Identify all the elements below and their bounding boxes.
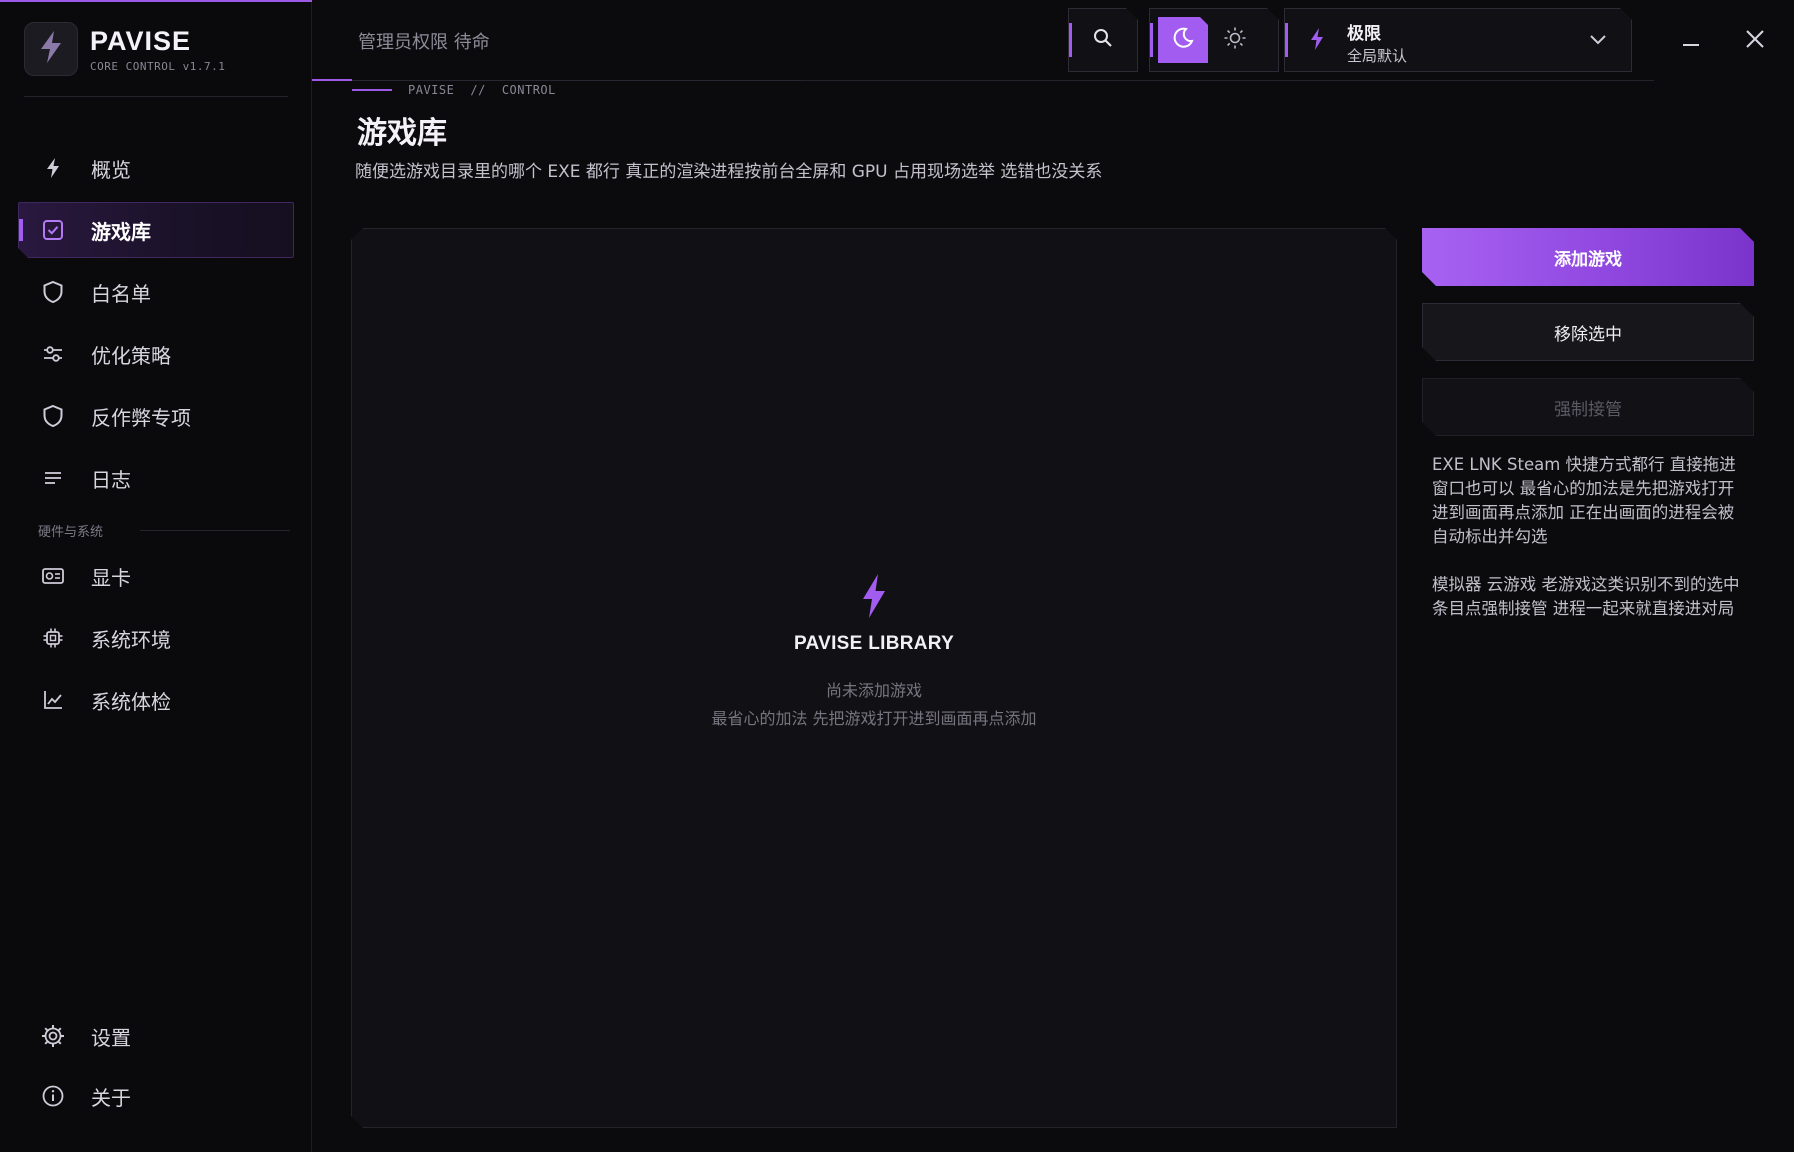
- sidebar-item-label: 日志: [91, 467, 131, 492]
- force-takeover-button[interactable]: 强制接管: [1422, 378, 1754, 436]
- sidebar-item-label: 关于: [91, 1085, 131, 1110]
- minimize-icon: [1682, 32, 1700, 51]
- status-text: 管理员权限 待命: [358, 32, 490, 53]
- light-theme-button[interactable]: [1210, 17, 1260, 63]
- empty-state-hint: 最省心的加法 先把游戏打开进到画面再点添加: [711, 709, 1037, 728]
- profile-title: 极限: [1347, 24, 1381, 44]
- breadcrumb-current: CONTROL: [501, 83, 556, 97]
- section-divider: [140, 530, 290, 531]
- sidebar-item-label: 概览: [91, 157, 131, 182]
- shield-icon: [41, 404, 65, 428]
- empty-state-title: PAVISE LIBRARY: [793, 633, 955, 654]
- bolt-icon: [41, 156, 65, 180]
- sidebar-bottom-nav: 设置 关于: [18, 1008, 294, 1128]
- bolt-icon: [38, 30, 64, 68]
- help-paragraph: EXE LNK Steam 快捷方式都行 直接拖进窗口也可以 最省心的加法是先把…: [1432, 455, 1736, 546]
- profile-subtitle: 全局默认: [1347, 47, 1408, 65]
- sidebar-item-about[interactable]: 关于: [18, 1068, 294, 1124]
- brand-logo: [24, 22, 78, 76]
- empty-state: PAVISE LIBRARY 尚未添加游戏 最省心的加法 先把游戏打开进到画面再…: [352, 573, 1396, 729]
- sidebar-item-system-env[interactable]: 系统环境: [18, 610, 294, 666]
- dark-theme-button[interactable]: [1158, 17, 1208, 63]
- empty-state-message: 尚未添加游戏: [825, 681, 922, 700]
- help-paragraph: 模拟器 云游戏 老游戏这类识别不到的选中条目点强制接管 进程一起来就直接进对局: [1432, 575, 1740, 618]
- brand: PAVISE CORE CONTROL v1.7.1: [24, 22, 225, 76]
- brand-divider: [24, 96, 288, 97]
- breadcrumb-accent: [352, 89, 392, 91]
- chevron-down-icon: [1589, 31, 1607, 50]
- close-icon: [1745, 29, 1765, 53]
- chip-icon: [41, 626, 65, 650]
- add-game-button[interactable]: 添加游戏: [1422, 228, 1754, 286]
- sidebar-item-label: 系统体检: [91, 689, 171, 714]
- sidebar-item-label: 优化策略: [91, 343, 171, 368]
- brand-version: CORE CONTROL v1.7.1: [90, 59, 226, 73]
- sidebar: PAVISE CORE CONTROL v1.7.1 概览 游戏库 白名单 优化…: [0, 0, 312, 1152]
- search-icon: [1092, 27, 1114, 53]
- sidebar-item-label: 设置: [91, 1025, 131, 1050]
- bolt-icon: [1309, 27, 1325, 55]
- sidebar-nav: 概览 游戏库 白名单 优化策略 反作弊专项 日志 硬件与系统 显卡 系统环境 系…: [18, 140, 294, 734]
- sidebar-item-whitelist[interactable]: 白名单: [18, 264, 294, 320]
- sidebar-accent-line: [0, 0, 312, 2]
- brand-name: PAVISE: [90, 25, 192, 56]
- gear-icon: [41, 1024, 65, 1048]
- sidebar-item-game-library[interactable]: 游戏库: [18, 202, 294, 258]
- moon-icon: [1171, 26, 1195, 54]
- topbar-accent: [312, 79, 352, 81]
- topbar: 管理员权限 待命 极限 全局默认: [312, 0, 1794, 82]
- sidebar-item-label: 反作弊专项: [91, 405, 191, 430]
- breadcrumb: PAVISE // CONTROL: [352, 80, 556, 100]
- theme-toggle: [1149, 8, 1279, 72]
- close-button[interactable]: [1740, 26, 1770, 56]
- sidebar-item-overview[interactable]: 概览: [18, 140, 294, 196]
- breadcrumb-separator: //: [470, 83, 486, 97]
- sidebar-item-logs[interactable]: 日志: [18, 450, 294, 506]
- bolt-icon: [352, 573, 1396, 619]
- sidebar-item-gpu[interactable]: 显卡: [18, 548, 294, 604]
- page-title: 游戏库: [357, 116, 447, 151]
- sidebar-item-label: 白名单: [91, 281, 151, 306]
- remove-selected-button[interactable]: 移除选中: [1422, 303, 1754, 361]
- checkbox-icon: [41, 218, 65, 242]
- sidebar-item-label: 游戏库: [91, 219, 151, 244]
- sidebar-section-label: 硬件与系统: [38, 524, 104, 540]
- gpu-icon: [41, 564, 65, 588]
- sliders-icon: [41, 342, 65, 366]
- sidebar-item-system-check[interactable]: 系统体检: [18, 672, 294, 728]
- sidebar-section-hardware: 硬件与系统: [18, 512, 294, 548]
- page-description: 随便选游戏目录里的哪个 EXE 都行 真正的渲染进程按前台全屏和 GPU 占用现…: [355, 162, 1103, 182]
- info-icon: [41, 1084, 65, 1108]
- topbar-divider: [802, 80, 1654, 81]
- help-text: EXE LNK Steam 快捷方式都行 直接拖进窗口也可以 最省心的加法是先把…: [1422, 453, 1754, 621]
- shield-icon: [41, 280, 65, 304]
- list-icon: [41, 466, 65, 490]
- minimize-button[interactable]: [1676, 26, 1706, 56]
- sidebar-item-label: 系统环境: [91, 627, 171, 652]
- profile-selector[interactable]: 极限 全局默认: [1284, 8, 1632, 72]
- breadcrumb-root[interactable]: PAVISE: [408, 83, 454, 97]
- sidebar-item-label: 显卡: [91, 565, 131, 590]
- sidebar-item-anticheat[interactable]: 反作弊专项: [18, 388, 294, 444]
- sidebar-item-optimization[interactable]: 优化策略: [18, 326, 294, 382]
- game-library-list[interactable]: PAVISE LIBRARY 尚未添加游戏 最省心的加法 先把游戏打开进到画面再…: [351, 228, 1397, 1128]
- sidebar-item-settings[interactable]: 设置: [18, 1008, 294, 1064]
- search-button[interactable]: [1068, 8, 1138, 72]
- chart-icon: [41, 688, 65, 712]
- actions-panel: 添加游戏 移除选中 强制接管 EXE LNK Steam 快捷方式都行 直接拖进…: [1422, 228, 1754, 621]
- sun-icon: [1223, 26, 1247, 54]
